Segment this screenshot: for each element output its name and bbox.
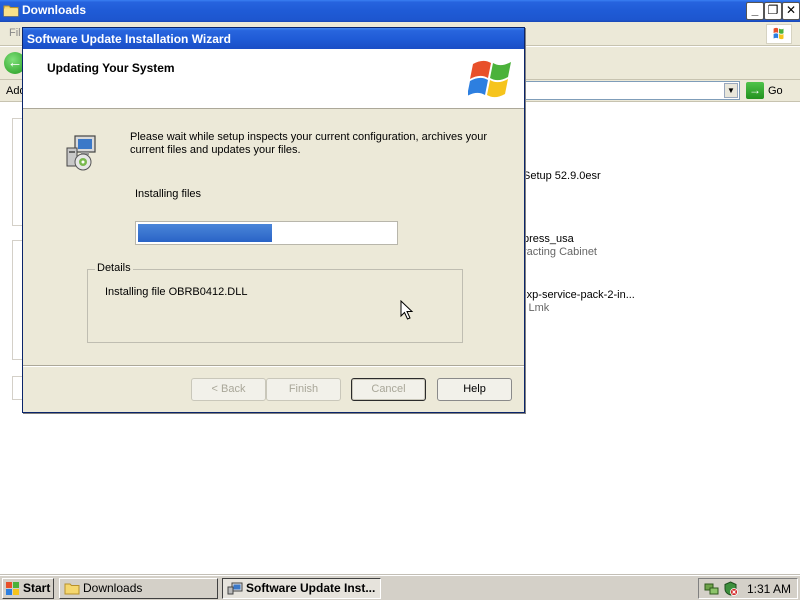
wizard-header: Updating Your System (23, 49, 524, 109)
details-legend: Details (95, 262, 133, 274)
file-name: press_usa (523, 233, 574, 245)
file-name: -xp-service-pack-2-in... (523, 289, 635, 301)
wizard-title: Software Update Installation Wizard (27, 32, 231, 46)
install-progress-bar (135, 221, 398, 245)
wizard-title-bar[interactable]: Software Update Installation Wizard (23, 28, 524, 49)
minimize-button[interactable]: _ (746, 2, 764, 20)
button-separator (23, 365, 524, 367)
file-item[interactable]: press_usa racting Cabinet (523, 233, 597, 258)
explorer-title: Downloads (22, 3, 87, 17)
wizard-step-title: Updating Your System (47, 61, 175, 75)
mouse-pointer-icon (400, 300, 414, 320)
windows-logo-icon (468, 60, 511, 98)
close-button[interactable]: ✕ (782, 2, 800, 20)
taskbar-item-downloads[interactable]: Downloads (59, 578, 218, 599)
installer-icon (227, 582, 243, 595)
taskbar: Start Downloads Software Update Inst... … (0, 575, 800, 600)
system-tray: 1:31 AM (698, 578, 798, 599)
start-label: Start (23, 581, 51, 595)
file-name: Setup 52.9.0esr (523, 170, 601, 182)
explorer-title-bar[interactable]: Downloads _ ❐ ✕ (0, 0, 800, 22)
details-current-file: Installing file OBRB0412.DLL (105, 286, 248, 298)
installation-wizard-dialog: Software Update Installation Wizard Upda… (22, 27, 525, 413)
wizard-description: Please wait while setup inspects your cu… (130, 131, 488, 156)
file-type: l Lmk (523, 302, 550, 314)
setup-computer-icon (66, 135, 96, 171)
go-button-label[interactable]: Go (768, 85, 783, 97)
file-type: racting Cabinet (523, 246, 597, 258)
start-button[interactable]: Start (2, 578, 54, 599)
help-button[interactable]: Help (437, 378, 512, 401)
progress-fill (138, 224, 272, 242)
taskbar-item-label: Software Update Inst... (246, 581, 376, 595)
taskbar-item-software-update[interactable]: Software Update Inst... (222, 578, 381, 599)
security-alert-icon[interactable] (723, 581, 738, 596)
back-button[interactable]: < Back (191, 378, 266, 401)
address-input[interactable]: ▼ (524, 81, 740, 100)
network-icon[interactable] (704, 581, 719, 596)
windows-flag-icon (6, 582, 19, 595)
file-item[interactable]: -xp-service-pack-2-in... l Lmk (523, 289, 635, 314)
menu-file[interactable]: Fil (9, 27, 21, 39)
file-item[interactable]: Setup 52.9.0esr (523, 170, 601, 182)
chevron-down-icon[interactable]: ▼ (724, 83, 738, 98)
go-arrow-icon[interactable]: → (746, 82, 764, 99)
folder-icon (3, 5, 19, 17)
progress-status-label: Installing files (135, 188, 202, 200)
taskbar-item-label: Downloads (83, 581, 143, 595)
windows-logo-icon (766, 24, 792, 44)
restore-button[interactable]: ❐ (764, 2, 782, 20)
clock: 1:31 AM (747, 582, 792, 596)
cancel-button[interactable]: Cancel (351, 378, 426, 401)
finish-button[interactable]: Finish (266, 378, 341, 401)
folder-icon (64, 583, 80, 595)
